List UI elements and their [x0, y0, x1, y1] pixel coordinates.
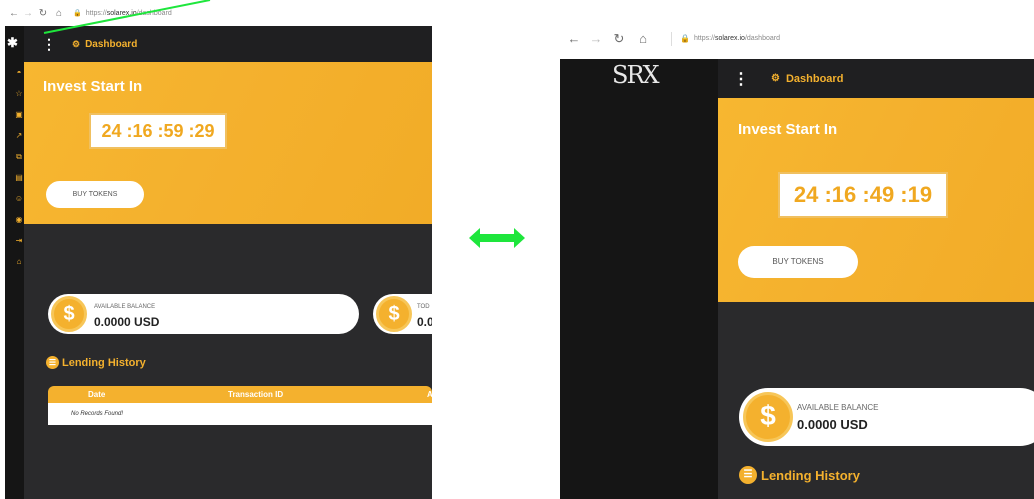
list-icon: ☰: [739, 466, 757, 484]
left-balance-label: AVAILABLE BALANCE: [94, 304, 156, 310]
right-balance-label: AVAILABLE BALANCE: [797, 403, 879, 412]
url-path: /dashboard: [136, 9, 172, 17]
right-lending-history-text: Lending History: [761, 467, 860, 483]
menu-dots-icon[interactable]: ⋮: [733, 69, 749, 89]
right-topbar: ⋮ ⚙ Dashboard: [718, 59, 1034, 98]
column-transaction-id: Transaction ID: [228, 390, 284, 399]
left-table-row: No Records Found!: [48, 403, 432, 425]
left-balance-card: $ AVAILABLE BALANCE 0.0000 USD: [48, 294, 359, 334]
left-second-coin-icon: $: [376, 296, 412, 332]
lock-icon: 🔒: [73, 10, 82, 17]
left-buy-tokens-button[interactable]: BUY TOKENS: [46, 181, 144, 208]
home-icon[interactable]: ⌂: [51, 8, 67, 19]
right-hero-title: Invest Start In: [738, 121, 838, 138]
left-second-label: TOD: [417, 304, 430, 310]
right-lending-history-title: ☰ Lending History: [739, 466, 860, 484]
home-icon[interactable]: ⌂: [631, 31, 655, 46]
url-domain: solarex.io: [106, 9, 137, 17]
column-date: Date: [88, 390, 106, 399]
left-screenshot: ← → ↻ ⌂ 🔒 https://solarex.io/dashboard ✱…: [5, 0, 432, 499]
url-scheme: https://: [693, 35, 715, 42]
right-countdown-timer: 24 :16 :49 :19: [778, 172, 948, 218]
right-screenshot: ← → ↻ ⌂ 🔒 https://solarex.io/dashboard S…: [560, 18, 1034, 499]
right-main: Invest Start In 24 :16 :49 :19 BUY TOKEN…: [718, 98, 1034, 499]
left-browser-bar: ← → ↻ ⌂ 🔒 https://solarex.io/dashboard: [5, 0, 432, 26]
menu-dots-icon[interactable]: ⋮: [42, 36, 56, 53]
dashboard-topbar-icon: ⚙: [72, 38, 81, 49]
forward-icon[interactable]: →: [585, 31, 607, 46]
lock-icon: 🔒: [680, 34, 690, 43]
left-hero: Invest Start In 24 :16 :59 :29 BUY TOKEN…: [24, 62, 432, 224]
left-table-header: Date Transaction ID A: [48, 386, 432, 403]
left-second-value: 0.0: [417, 315, 432, 329]
left-dollar-coin-icon: $: [51, 296, 87, 332]
left-main: Invest Start In 24 :16 :59 :29 BUY TOKEN…: [24, 62, 432, 499]
back-icon[interactable]: ←: [7, 8, 21, 19]
right-dollar-coin-icon: $: [743, 392, 793, 442]
left-topbar-title: Dashboard: [85, 38, 138, 50]
right-address-bar[interactable]: 🔒 https://solarex.io/dashboard: [671, 31, 780, 46]
right-topbar-title: Dashboard: [785, 72, 844, 85]
left-topbar: ⋮ ⚙ Dashboard: [24, 26, 432, 62]
left-lending-history-text: Lending History: [62, 356, 146, 369]
double-arrow-icon: [469, 228, 525, 248]
left-second-card: $ TOD 0.0: [373, 294, 432, 334]
left-countdown-timer: 24 :16 :59 :29: [89, 113, 227, 149]
left-address-bar[interactable]: 🔒 https://solarex.io/dashboard: [73, 9, 172, 18]
right-sidebar: SRX: [560, 59, 718, 499]
refresh-icon[interactable]: ↻: [35, 8, 51, 19]
url-scheme: https://: [85, 9, 107, 17]
left-logo-icon: ✱: [7, 35, 18, 50]
url-domain: solarex.io: [714, 35, 745, 42]
dashboard-topbar-icon: ⚙: [771, 73, 780, 84]
back-icon[interactable]: ←: [563, 31, 585, 46]
left-balance-value: 0.0000 USD: [94, 315, 160, 329]
right-balance-card: $ AVAILABLE BALANCE 0.0000 USD: [739, 388, 1034, 446]
left-hero-title: Invest Start In: [43, 78, 143, 95]
right-buy-tokens-button[interactable]: BUY TOKENS: [738, 246, 858, 278]
right-logo: SRX: [612, 61, 660, 89]
empty-records-text: No Records Found!: [71, 411, 124, 417]
right-balance-value: 0.0000 USD: [797, 417, 868, 432]
forward-icon[interactable]: →: [21, 8, 35, 19]
list-icon: ☰: [46, 356, 59, 369]
right-hero: Invest Start In 24 :16 :49 :19 BUY TOKEN…: [718, 98, 1034, 302]
left-lending-history-title: ☰ Lending History: [46, 356, 146, 369]
refresh-icon[interactable]: ↻: [607, 31, 631, 47]
right-browser-bar: ← → ↻ ⌂ 🔒 https://solarex.io/dashboard: [560, 18, 1034, 59]
url-path: /dashboard: [744, 35, 780, 42]
column-amount: A: [427, 390, 432, 399]
